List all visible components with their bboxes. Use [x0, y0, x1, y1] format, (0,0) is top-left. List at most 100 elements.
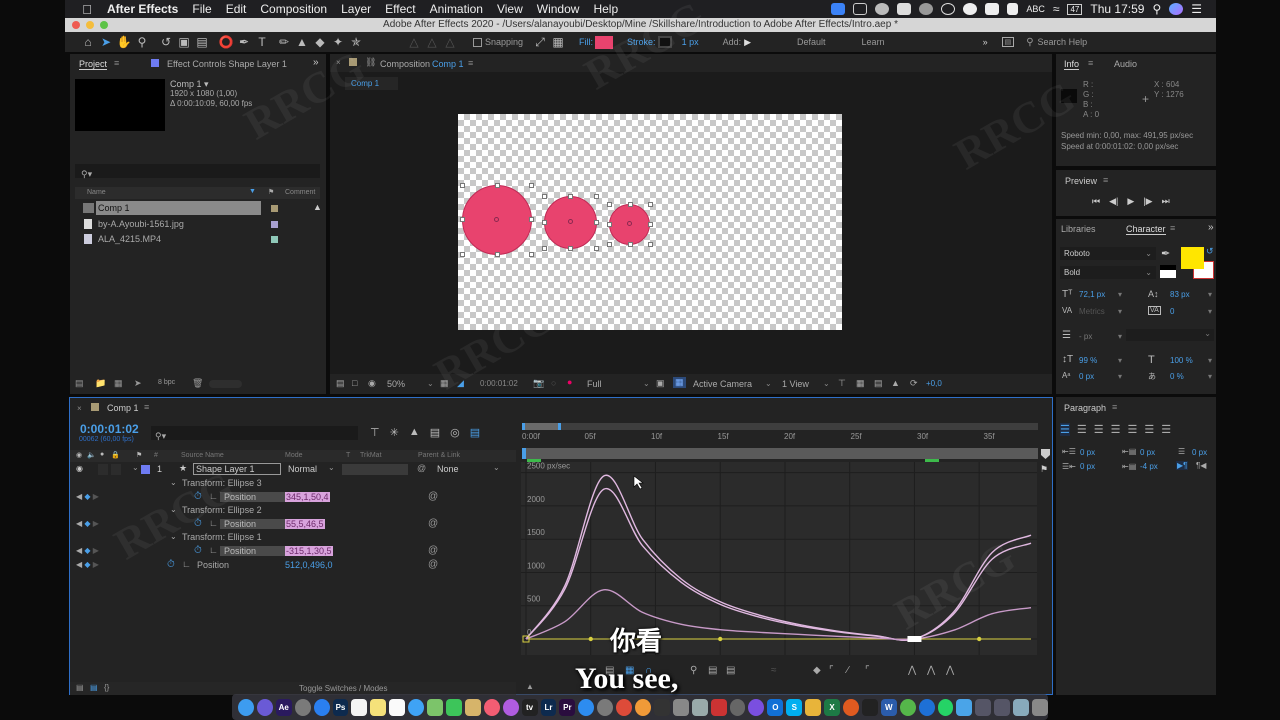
indent-right-field[interactable]: 0 px — [1192, 448, 1207, 457]
zoom-tool-icon[interactable]: ⚲ — [133, 35, 151, 49]
transform-handle[interactable] — [495, 252, 500, 257]
battery-icon[interactable]: 47 — [1067, 3, 1083, 15]
dock-maps-icon[interactable] — [427, 698, 443, 716]
property-row-ellipse-2-position[interactable]: ◀ ◆ ▶ ⏱ ∟ Position 55,5,46,5 @ — [70, 518, 516, 531]
dock-folder-icon[interactable] — [975, 698, 992, 716]
add-property-button[interactable]: ▶ — [744, 37, 751, 48]
expression-pickwhip-icon[interactable]: @ — [428, 545, 438, 556]
close-tab-icon[interactable]: × — [77, 404, 82, 413]
keyframe-handle[interactable] — [977, 636, 982, 642]
transform-handle[interactable] — [568, 194, 573, 199]
transform-handle[interactable] — [542, 246, 547, 251]
chevron-down-icon[interactable]: ⌄ — [427, 379, 434, 388]
more-workspaces-icon[interactable]: » — [983, 37, 988, 47]
in-out-icon[interactable]: {} — [104, 683, 109, 692]
project-item-mp4[interactable]: ALA_4215.MP4 — [75, 232, 325, 247]
menu-edit[interactable]: Edit — [226, 2, 247, 16]
dock-downloads-icon[interactable] — [956, 698, 973, 716]
solo-switch-icon[interactable]: ● — [100, 451, 104, 458]
tab-project[interactable]: Project — [79, 59, 108, 70]
transform-handle[interactable] — [495, 183, 500, 188]
previous-keyframe-icon[interactable]: ◀ — [76, 492, 82, 501]
property-row-layer-position[interactable]: ◀ ◆ ▶ ⏱ ∟ Position 512,0,496,0 @ — [70, 559, 516, 572]
dock-music-icon[interactable] — [483, 698, 500, 716]
horizontal-scale-field[interactable]: 100 % — [1170, 356, 1193, 365]
dock-lightroom-icon[interactable]: Lr — [540, 698, 557, 716]
lock-switch-icon[interactable]: 🔒 — [111, 451, 120, 459]
stroke-color-swatch[interactable] — [657, 36, 672, 48]
menu-file[interactable]: File — [192, 2, 211, 16]
dock-app-store-icon[interactable] — [578, 698, 595, 716]
current-time-display[interactable]: 0:00:01:02 — [80, 422, 139, 436]
transform-handle[interactable] — [594, 194, 599, 199]
menu-composition[interactable]: Composition — [260, 2, 327, 16]
panel-menu-icon[interactable]: ≡ — [1170, 223, 1175, 233]
column-comment[interactable]: Comment — [285, 189, 315, 196]
lock-toggle[interactable] — [111, 464, 121, 475]
chevron-down-icon[interactable]: ▾ — [1118, 307, 1122, 316]
snapshot-camera-icon[interactable]: 📷 — [533, 378, 544, 389]
track-matte-dropdown[interactable] — [342, 464, 408, 475]
tab-composition-label[interactable]: Composition — [380, 59, 430, 69]
chevron-down-icon[interactable]: ▾ — [1208, 307, 1212, 316]
position-value[interactable]: 345,1,50,4 — [285, 492, 330, 502]
interpret-footage-icon[interactable]: ▤ — [75, 378, 84, 389]
align-left-icon[interactable]: ☰ — [1060, 423, 1070, 436]
transform-handle[interactable] — [628, 202, 633, 207]
dock-messages-icon[interactable] — [408, 698, 425, 716]
type-tool-icon[interactable]: T — [253, 35, 271, 49]
font-style-dropdown[interactable]: Bold ⌄ — [1060, 266, 1156, 279]
grid-guides-icon[interactable]: ▦ — [440, 378, 449, 389]
snap-grid-icon[interactable]: ▦ — [549, 35, 567, 49]
trash-icon[interactable]: 🗑 — [192, 378, 203, 389]
dock-outlook-icon[interactable]: O — [767, 698, 784, 716]
minimize-window-button[interactable] — [86, 21, 94, 29]
dock-chrome-icon[interactable] — [616, 698, 633, 716]
next-keyframe-icon[interactable]: ▶ — [93, 492, 99, 501]
tracking-field[interactable]: 0 — [1170, 307, 1174, 316]
fill-color-swatch[interactable] — [1181, 247, 1204, 269]
baseline-shift-field[interactable]: 0 px — [1079, 372, 1094, 381]
dock-premiere-pro-icon[interactable]: Pr — [559, 698, 576, 716]
notification-center-icon[interactable]: ☰ — [1191, 2, 1202, 16]
property-row-ellipse-3-position[interactable]: ◀ ◆ ▶ ⏱ ∟ Position 345,1,50,4 @ — [70, 491, 516, 504]
apple-menu-icon[interactable]:  — [77, 2, 97, 17]
audio-switch-icon[interactable]: 🔈 — [87, 451, 96, 459]
spotlight-search-icon[interactable]: ⚲ — [1152, 2, 1161, 16]
graph-toggle-icon[interactable]: ∟ — [209, 518, 218, 528]
justify-all-icon[interactable]: ☰ — [1161, 423, 1171, 436]
dock-after-effects-icon[interactable]: Ae — [275, 698, 292, 716]
next-keyframe-icon[interactable]: ▶ — [93, 560, 99, 569]
screen-record-icon[interactable] — [853, 3, 868, 15]
font-family-dropdown[interactable]: Roboto ⌄ — [1060, 247, 1156, 260]
stopwatch-icon[interactable]: ⏱ — [194, 545, 202, 556]
workspace-default[interactable]: Default — [797, 37, 826, 47]
expression-pickwhip-icon[interactable]: @ — [428, 491, 438, 502]
show-snapshot-icon[interactable]: ○ — [551, 378, 556, 388]
graph-toggle-icon[interactable]: ∟ — [209, 545, 218, 555]
comp-breadcrumb[interactable]: Comp 1 — [345, 77, 398, 90]
panel-menu-icon[interactable]: ≡ — [1103, 175, 1108, 185]
dock-system-preferences-icon[interactable] — [597, 698, 614, 716]
column-trkmat[interactable]: TrkMat — [360, 452, 382, 459]
transform-handle[interactable] — [607, 242, 612, 247]
transform-handle[interactable] — [607, 202, 612, 207]
dock-facetime-icon[interactable] — [445, 698, 462, 716]
vr-icon[interactable]: ◉ — [368, 378, 376, 389]
composition-mini-flowchart-icon[interactable]: ⊤ — [370, 426, 380, 439]
easy-ease-out-icon[interactable]: ⋀ — [946, 665, 954, 676]
dock-notes-icon[interactable] — [370, 698, 387, 716]
wifi-icon[interactable]: ≈ — [1053, 2, 1060, 16]
dock-word-icon[interactable]: W — [880, 698, 897, 716]
solo-toggle[interactable] — [98, 464, 108, 475]
dock-calendar-icon[interactable] — [351, 698, 368, 716]
roto-brush-tool-icon[interactable]: ✦ — [329, 35, 347, 49]
toggle-pixel-aspect-icon[interactable]: ⊤ — [838, 378, 846, 389]
resolution-dropdown[interactable]: Full — [587, 379, 602, 389]
tab-character[interactable]: Character — [1126, 224, 1166, 235]
swap-colors-icon[interactable]: ↺ — [1206, 246, 1214, 257]
graph-toggle-icon[interactable]: ∟ — [209, 491, 218, 501]
stopwatch-icon[interactable]: ⏱ — [194, 491, 202, 502]
tab-libraries[interactable]: Libraries — [1061, 224, 1096, 234]
camera-tool-icon[interactable]: ▣ — [175, 35, 193, 49]
